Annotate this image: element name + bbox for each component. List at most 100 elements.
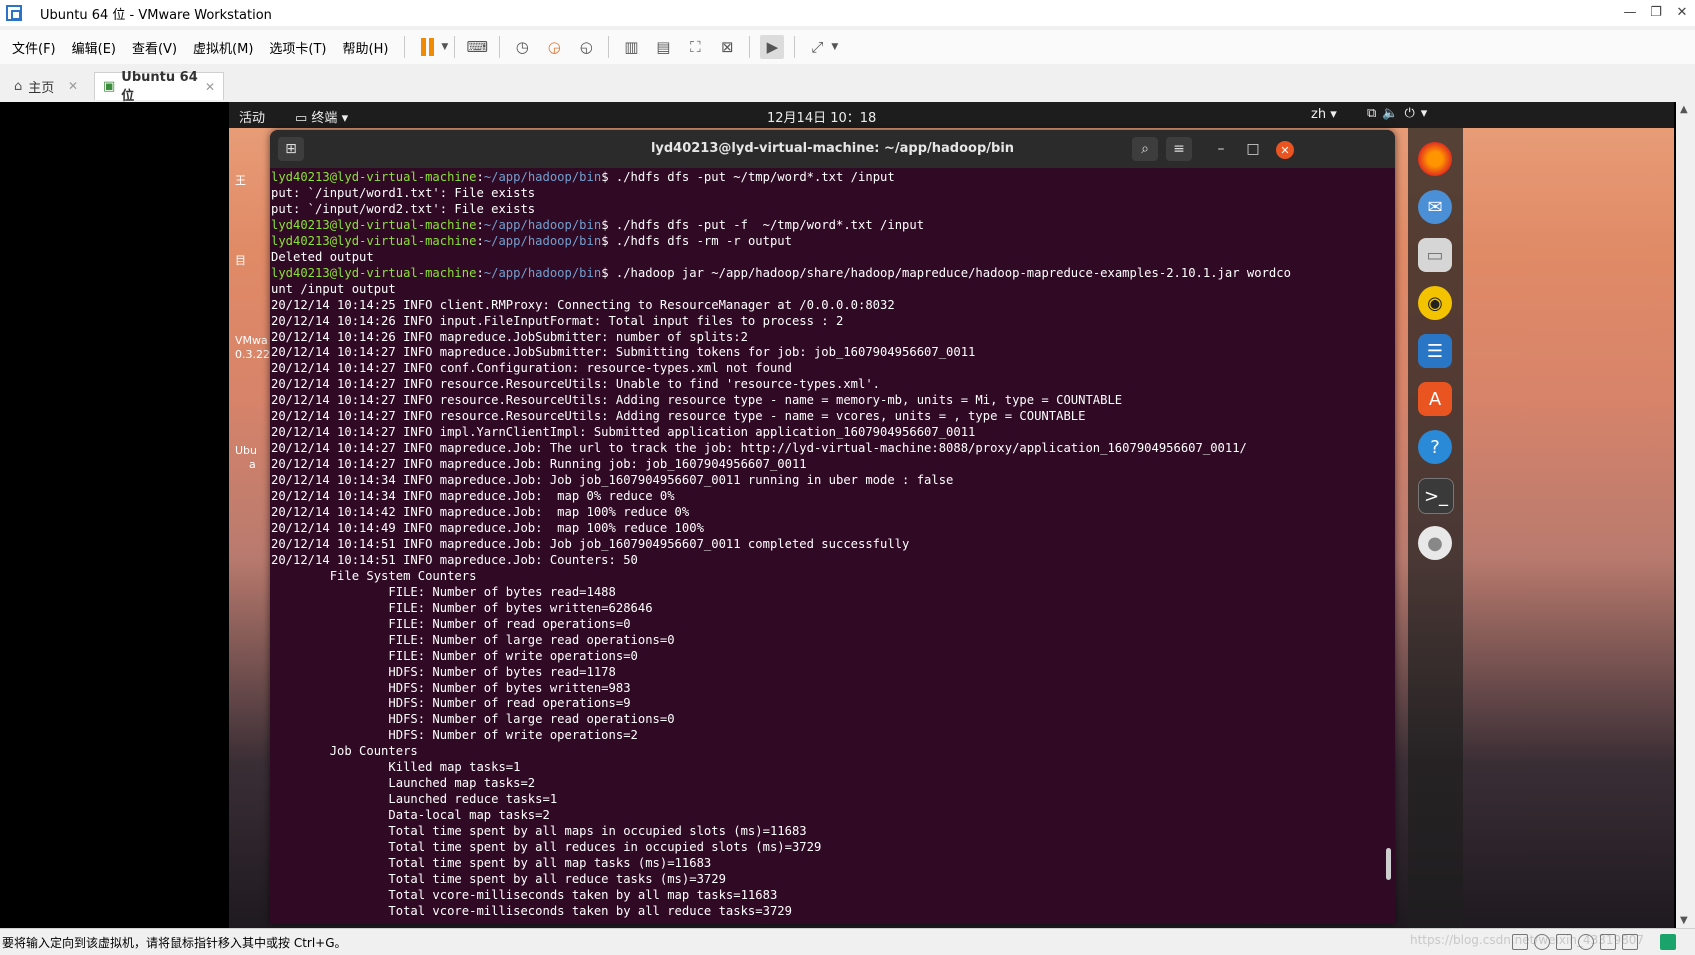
terminal-output-line: Job Counters xyxy=(271,744,418,759)
full-screen-icon[interactable]: ⛶ xyxy=(683,35,707,59)
hamburger-menu-icon[interactable]: ≡ xyxy=(1166,137,1192,161)
prompt-path: ~/app/hadoop/bin xyxy=(483,265,602,280)
command-text: $ ./hdfs dfs -put ~/tmp/word*.txt /input xyxy=(601,170,895,184)
stretch-guest-icon[interactable]: ⤢ xyxy=(805,35,829,59)
message-log-icon[interactable] xyxy=(1660,934,1676,950)
menu-help[interactable]: 帮助(H) xyxy=(343,38,389,57)
menu-file[interactable]: 文件(F) xyxy=(12,38,56,57)
command-text: $ ./hdfs dfs -rm -r output xyxy=(601,233,792,248)
libreoffice-writer-icon[interactable]: ☰ xyxy=(1418,334,1452,368)
close-tab-icon[interactable]: ✕ xyxy=(68,79,78,93)
terminal-output-line: put: `/input/word2.txt': File exists xyxy=(271,201,536,216)
close-tab-icon[interactable]: ✕ xyxy=(205,80,215,94)
terminal-output-line: FILE: Number of write operations=0 xyxy=(271,648,638,663)
terminal-output-line: FILE: Number of large read operations=0 xyxy=(271,632,675,647)
scroll-up-icon[interactable]: ▲ xyxy=(1680,104,1688,115)
software-center-icon[interactable]: A xyxy=(1418,382,1452,416)
stretch-dropdown-icon[interactable]: ▼ xyxy=(831,42,838,52)
terminal-output-line: 20/12/14 10:14:27 INFO resource.Resource… xyxy=(271,377,881,392)
search-icon[interactable]: ⌕ xyxy=(1132,137,1158,161)
minimize-button[interactable]: — xyxy=(1617,0,1643,26)
sound-icon[interactable] xyxy=(1600,934,1616,950)
console-view-icon[interactable]: ▶ xyxy=(760,35,785,59)
files-icon[interactable]: ▭ xyxy=(1418,238,1452,272)
terminal-output-line: Data-local map tasks=2 xyxy=(271,808,550,823)
toolbar-divider xyxy=(794,36,796,58)
menu-vm[interactable]: 虚拟机(M) xyxy=(193,38,253,57)
toolbar-divider xyxy=(608,36,610,58)
terminal-headerbar: ⊞ lyd40213@lyd-virtual-machine: ~/app/ha… xyxy=(270,130,1395,168)
close-button[interactable]: ✕ xyxy=(1669,0,1695,26)
display-icon[interactable] xyxy=(1622,934,1638,950)
maximize-icon[interactable]: □ xyxy=(1240,137,1266,161)
snapshot-manager-icon[interactable]: ◵ xyxy=(574,35,598,59)
usb-icon[interactable] xyxy=(1578,934,1594,950)
terminal-scrollbar[interactable] xyxy=(1386,848,1391,880)
pause-dropdown-icon[interactable]: ▼ xyxy=(441,42,448,52)
terminal-output[interactable]: lyd40213@lyd-virtual-machine:~/app/hadoo… xyxy=(271,170,1381,922)
terminal-output-line: 20/12/14 10:14:42 INFO mapreduce.Job: ma… xyxy=(271,505,690,520)
terminal-output-line: Total time spent by all reduces in occup… xyxy=(271,840,822,855)
vmware-logo-icon xyxy=(6,5,22,21)
app-menu-label: 终端 xyxy=(311,111,338,126)
window-titlebar: Ubuntu 64 位 - VMware Workstation — ❐ ✕ xyxy=(0,0,1695,26)
toolbar-divider xyxy=(749,36,751,58)
window-controls: — ❐ ✕ xyxy=(1617,0,1695,26)
unity-icon[interactable]: ⊠ xyxy=(715,35,739,59)
ubuntu-desktop[interactable]: 王 目 VMwa 0.3.22 Ubu a 活动 ▭ 终端 ▾ 12月14日 1… xyxy=(229,102,1674,928)
terminal-output-line: HDFS: Number of large read operations=0 xyxy=(271,712,675,727)
prompt-path: ~/app/hadoop/bin xyxy=(483,170,602,184)
clock[interactable]: 12月14日 10：18 xyxy=(767,107,876,126)
terminal-output-line: File System Counters xyxy=(271,568,477,583)
tab-home[interactable]: ⌂ 主页 ✕ xyxy=(6,72,86,100)
hard-disk-icon[interactable] xyxy=(1512,934,1528,950)
console-scrollbar[interactable]: ▲ ▼ xyxy=(1676,102,1695,928)
thumbnail-bar-icon[interactable]: ▤ xyxy=(651,35,675,59)
terminal-output-line: 20/12/14 10:14:34 INFO mapreduce.Job: ma… xyxy=(271,489,675,504)
terminal-window[interactable]: ⊞ lyd40213@lyd-virtual-machine: ~/app/ha… xyxy=(270,130,1395,924)
cd-icon[interactable] xyxy=(1534,934,1550,950)
desktop-label: Ubu xyxy=(235,444,258,457)
desktop-label: VMwa xyxy=(235,334,268,347)
network-adapter-icon[interactable] xyxy=(1556,934,1572,950)
close-icon[interactable]: ✕ xyxy=(1276,141,1294,159)
pause-icon[interactable] xyxy=(415,35,439,59)
terminal-output-line: 20/12/14 10:14:27 INFO resource.Resource… xyxy=(271,393,1123,408)
thunderbird-icon[interactable]: ✉ xyxy=(1418,190,1452,224)
restore-button[interactable]: ❐ xyxy=(1643,0,1669,26)
desktop-label: 0.3.22 xyxy=(235,348,270,361)
terminal-output-line: Total time spent by all reduce tasks (ms… xyxy=(271,871,726,886)
menu-edit[interactable]: 编辑(E) xyxy=(72,38,116,57)
system-tray[interactable]: ⧉🔈⏻▾ xyxy=(1367,106,1433,121)
activities-button[interactable]: 活动 xyxy=(239,107,265,126)
prompt-user: lyd40213@lyd-virtual-machine xyxy=(271,233,477,248)
menu-view[interactable]: 查看(V) xyxy=(132,38,177,57)
firefox-icon[interactable] xyxy=(1418,142,1452,176)
terminal-output-line: 20/12/14 10:14:27 INFO impl.YarnClientIm… xyxy=(271,425,976,440)
library-icon[interactable]: ▥ xyxy=(619,35,643,59)
input-method-indicator[interactable]: zh ▾ xyxy=(1311,107,1337,122)
help-icon[interactable]: ? xyxy=(1418,430,1452,464)
rhythmbox-icon[interactable]: ◉ xyxy=(1418,286,1452,320)
scroll-down-icon[interactable]: ▼ xyxy=(1680,915,1688,926)
terminal-output-line: Deleted output xyxy=(271,249,374,264)
dvd-icon[interactable]: ● xyxy=(1418,526,1452,560)
terminal-output-line: unt /input output xyxy=(271,281,396,296)
tab-ubuntu[interactable]: ▣ Ubuntu 64 位 ✕ xyxy=(94,70,224,104)
revert-snapshot-icon[interactable]: ◶ xyxy=(542,35,566,59)
snapshot-icon[interactable]: ◷ xyxy=(510,35,534,59)
volume-icon: 🔈 xyxy=(1382,106,1405,121)
toolbar-divider xyxy=(499,36,501,58)
terminal-icon[interactable]: >_ xyxy=(1418,478,1454,514)
minimize-icon[interactable]: – xyxy=(1208,137,1234,161)
terminal-output-line: Total vcore-milliseconds taken by all re… xyxy=(271,903,792,918)
prompt-colon: : xyxy=(476,265,484,280)
prompt-colon: : xyxy=(476,217,484,232)
terminal-output-line: HDFS: Number of bytes written=983 xyxy=(271,680,631,695)
home-icon: ⌂ xyxy=(14,78,23,94)
send-ctrl-alt-del-icon[interactable]: ⌨ xyxy=(465,35,489,59)
tab-label: Ubuntu 64 位 xyxy=(121,69,198,104)
app-menu-terminal[interactable]: ▭ 终端 ▾ xyxy=(295,107,348,126)
terminal-output-line: Killed map tasks=1 xyxy=(271,760,521,775)
menu-tabs[interactable]: 选项卡(T) xyxy=(269,38,326,57)
